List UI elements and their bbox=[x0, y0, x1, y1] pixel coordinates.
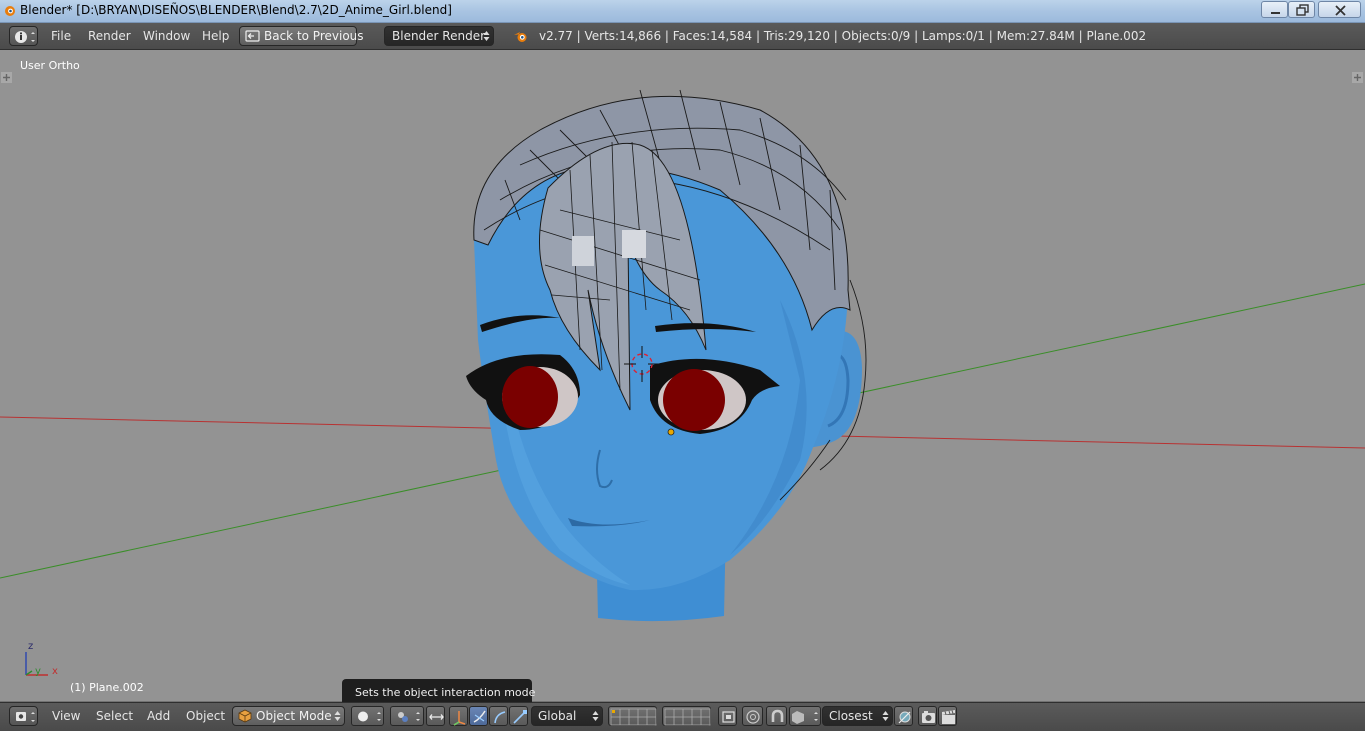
snap-align-icon bbox=[898, 711, 911, 724]
render-engine-label: Blender Render bbox=[392, 29, 486, 43]
window-titlebar[interactable]: Blender* [D:\BRYAN\DISEÑOS\BLENDER\Blend… bbox=[0, 0, 1365, 23]
back-to-previous-button[interactable]: Back to Previous bbox=[239, 26, 364, 46]
menu-view[interactable]: View bbox=[52, 709, 80, 723]
snap-rotation-button[interactable] bbox=[894, 706, 913, 726]
snap-toggle-button[interactable] bbox=[766, 706, 787, 726]
toolshelf-toggle-icon[interactable] bbox=[1, 72, 12, 83]
3d-view-icon bbox=[16, 712, 35, 722]
interaction-mode-label: Object Mode bbox=[256, 709, 332, 723]
lock-camera-layers-button[interactable] bbox=[718, 706, 737, 726]
menu-add[interactable]: Add bbox=[147, 709, 170, 723]
updown-arrows-icon bbox=[334, 711, 341, 721]
tooltip-text: Sets the object interaction mode bbox=[355, 686, 536, 699]
rotate-icon bbox=[473, 710, 486, 723]
menu-window[interactable]: Window bbox=[143, 29, 190, 43]
window-title: Blender* [D:\BRYAN\DISEÑOS\BLENDER\Blend… bbox=[20, 3, 452, 17]
pivot-point-select[interactable] bbox=[390, 706, 424, 726]
rotate-manipulator-button[interactable] bbox=[469, 706, 488, 726]
scene-render: z y x bbox=[0, 89, 1365, 677]
snap-element-icon bbox=[792, 711, 818, 724]
clapperboard-icon bbox=[942, 710, 955, 724]
transform-orientation-select[interactable]: Global bbox=[531, 706, 603, 726]
snap-target-label: Closest bbox=[829, 709, 873, 723]
scale-manipulator-button[interactable] bbox=[489, 706, 508, 726]
opengl-render-image-button[interactable] bbox=[918, 706, 937, 726]
close-icon bbox=[1335, 5, 1346, 16]
solid-shading-icon bbox=[358, 711, 381, 722]
pivot-point-icon bbox=[398, 712, 420, 722]
object-origin bbox=[667, 428, 675, 436]
interaction-mode-select[interactable]: Object Mode bbox=[232, 706, 345, 726]
restore-button[interactable] bbox=[1288, 1, 1315, 18]
menu-help[interactable]: Help bbox=[202, 29, 229, 43]
viewport-shading-select[interactable] bbox=[351, 706, 384, 726]
back-arrow-icon bbox=[245, 30, 260, 42]
transform-orientation-label: Global bbox=[538, 709, 577, 723]
updown-arrows-icon bbox=[483, 31, 490, 41]
menu-file[interactable]: File bbox=[51, 29, 71, 43]
updown-arrows-icon bbox=[592, 711, 599, 721]
view-name-label: User Ortho bbox=[20, 59, 80, 72]
anime-head-mesh[interactable] bbox=[466, 89, 867, 622]
blender-logo-icon bbox=[5, 6, 15, 16]
scale-tool-button[interactable] bbox=[509, 706, 528, 726]
render-engine-select[interactable]: Blender Render bbox=[384, 26, 494, 46]
back-to-previous-label: Back to Previous bbox=[264, 29, 364, 43]
menu-select[interactable]: Select bbox=[96, 709, 133, 723]
info-icon bbox=[15, 31, 35, 43]
close-button[interactable] bbox=[1318, 1, 1361, 18]
camera-icon bbox=[922, 711, 935, 723]
blender-logo-icon bbox=[514, 32, 527, 42]
opengl-render-animation-button[interactable] bbox=[938, 706, 957, 726]
snap-target-select[interactable]: Closest bbox=[822, 706, 893, 726]
scene-layers-group-2[interactable] bbox=[662, 706, 711, 726]
3d-view-header: View Select Add Object Object Mode Globa… bbox=[0, 702, 1365, 731]
editor-type-selector[interactable] bbox=[9, 26, 38, 46]
transform-manipulator-toggle[interactable] bbox=[426, 706, 445, 726]
3d-viewport[interactable]: z y x User Ortho (1) Plane.002 bbox=[0, 50, 1365, 701]
axis-label-x: x bbox=[52, 666, 58, 677]
menu-render[interactable]: Render bbox=[88, 29, 131, 43]
info-header: File Render Window Help Back to Previous… bbox=[0, 23, 1365, 50]
axis-label-y: y bbox=[35, 666, 41, 677]
editor-type-selector-3d[interactable] bbox=[9, 706, 38, 726]
minimize-button[interactable] bbox=[1261, 1, 1288, 18]
layers-lock-icon bbox=[722, 711, 735, 723]
scene-layers-group-1[interactable] bbox=[608, 706, 657, 726]
object-mode-cube-icon bbox=[238, 709, 252, 723]
snap-element-select[interactable] bbox=[789, 706, 821, 726]
magnet-icon bbox=[771, 709, 784, 722]
proportional-edit-icon bbox=[746, 710, 760, 724]
proportional-editing-button[interactable] bbox=[742, 706, 763, 726]
layer-grid-icon bbox=[610, 708, 657, 726]
scale-icon bbox=[513, 710, 527, 724]
properties-toggle-icon[interactable] bbox=[1352, 72, 1363, 83]
translate-manipulator-button[interactable] bbox=[449, 706, 468, 726]
minimize-icon bbox=[1271, 12, 1280, 14]
hair-highlight-1 bbox=[572, 236, 594, 266]
menu-object[interactable]: Object bbox=[186, 709, 225, 723]
hair-highlight-2 bbox=[622, 230, 646, 258]
restore-icon bbox=[1296, 4, 1309, 16]
arc-icon bbox=[494, 711, 506, 724]
manipulator-arrows-icon bbox=[429, 714, 444, 720]
scene-statistics: v2.77 | Verts:14,866 | Faces:14,584 | Tr… bbox=[539, 29, 1147, 43]
translate-icon bbox=[453, 711, 466, 726]
active-object-label: (1) Plane.002 bbox=[70, 681, 144, 694]
updown-arrows-icon bbox=[882, 711, 889, 721]
axis-label-z: z bbox=[28, 641, 33, 652]
layer-grid-icon bbox=[664, 708, 711, 726]
